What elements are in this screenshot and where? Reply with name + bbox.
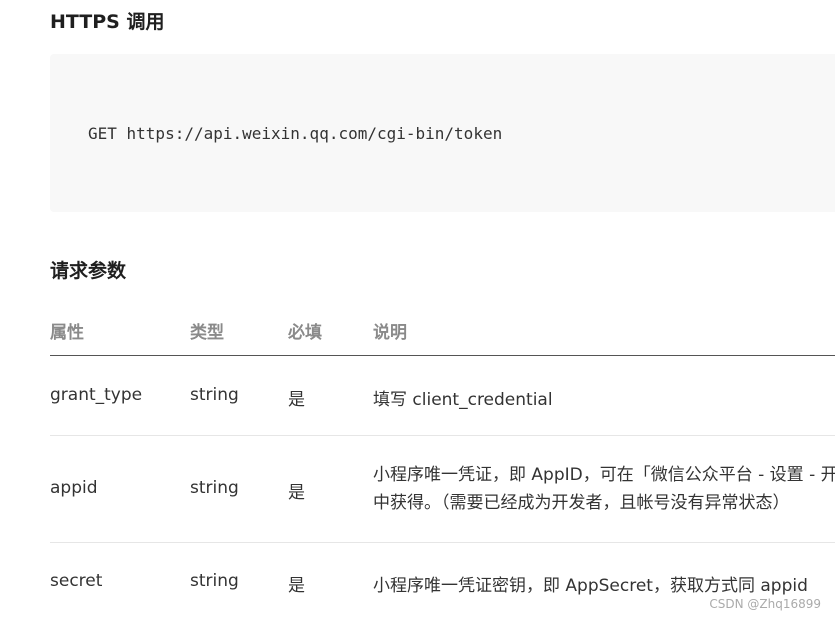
code-line[interactable]: GET https://api.weixin.qq.com/cgi-bin/to… <box>88 124 502 143</box>
doc-page: HTTPS 调用 GET https://api.weixin.qq.com/c… <box>0 0 835 621</box>
cell-name: grant_type <box>50 385 143 405</box>
params-table: 属性 类型 必填 说明 grant_type string 是 填写 clien… <box>50 306 835 621</box>
cell-name: secret <box>50 571 103 591</box>
cell-type: string <box>190 385 239 405</box>
table-row: grant_type string 是 填写 client_credential <box>50 356 835 436</box>
cell-description: 填写 client_credential <box>373 390 553 410</box>
header-required: 必填 <box>288 323 322 343</box>
header-property: 属性 <box>50 323 84 343</box>
cell-type: string <box>190 571 239 591</box>
table-row: appid string 是 小程序唯一凭证，即 AppID，可在「微信公众平台… <box>50 436 835 543</box>
cell-required: 是 <box>288 576 305 596</box>
params-heading: 请求参数 <box>50 260 127 282</box>
description-line: 中获得。（需要已经成为开发者，且帐号没有异常状态） <box>373 493 790 513</box>
cell-description: 小程序唯一凭证密钥，即 AppSecret，获取方式同 appid <box>373 576 808 596</box>
table-header: 属性 类型 必填 说明 <box>50 306 835 356</box>
cell-type: string <box>190 478 239 498</box>
cell-description: 小程序唯一凭证，即 AppID，可在「微信公众平台 - 设置 - 开发设置」页 … <box>373 461 835 517</box>
cell-required: 是 <box>288 390 305 410</box>
header-type: 类型 <box>190 323 224 343</box>
description-line: 小程序唯一凭证，即 AppID，可在「微信公众平台 - 设置 - 开发设置」页 <box>373 465 835 485</box>
watermark: CSDN @Zhq16899 <box>709 597 821 611</box>
https-heading: HTTPS 调用 <box>50 11 165 33</box>
code-block: GET https://api.weixin.qq.com/cgi-bin/to… <box>50 54 835 212</box>
header-description: 说明 <box>373 323 407 343</box>
cell-required: 是 <box>288 483 305 503</box>
cell-name: appid <box>50 478 98 498</box>
